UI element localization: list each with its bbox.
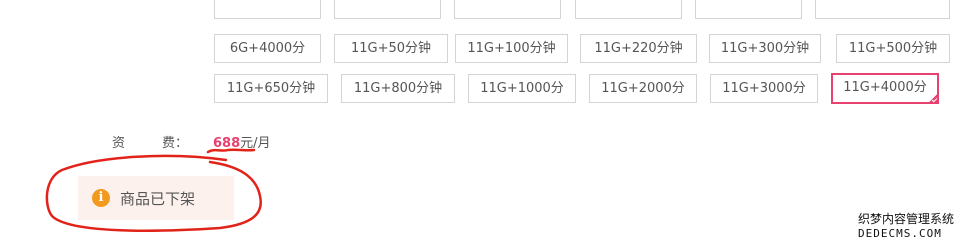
annotation-underline: [206, 148, 256, 154]
annotation-overlay: [45, 148, 262, 232]
watermark-text: 织梦内容管理系统: [858, 212, 955, 226]
watermark-url: DEDECMS.COM: [858, 227, 942, 240]
annotation-circle: [45, 154, 262, 232]
